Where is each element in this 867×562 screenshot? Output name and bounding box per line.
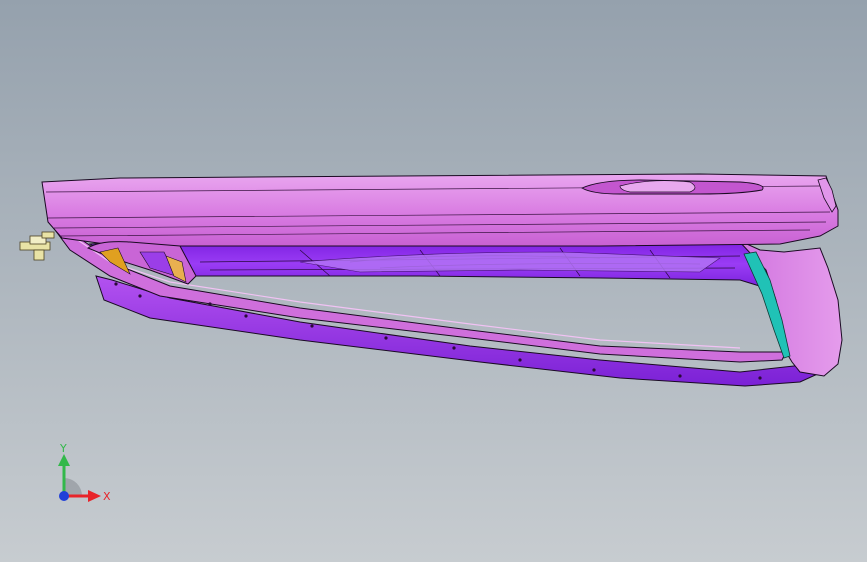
x-axis-arrow — [88, 490, 101, 502]
handle-pocket — [581, 179, 764, 195]
y-axis-arrow — [58, 454, 70, 466]
z-axis-dot — [59, 491, 69, 501]
graphics-viewport[interactable]: Y X — [0, 0, 867, 562]
coordinate-triad: Y X — [58, 442, 111, 503]
x-axis-label: X — [103, 490, 111, 503]
model-scene[interactable] — [0, 0, 867, 562]
y-axis-label: Y — [59, 442, 67, 455]
